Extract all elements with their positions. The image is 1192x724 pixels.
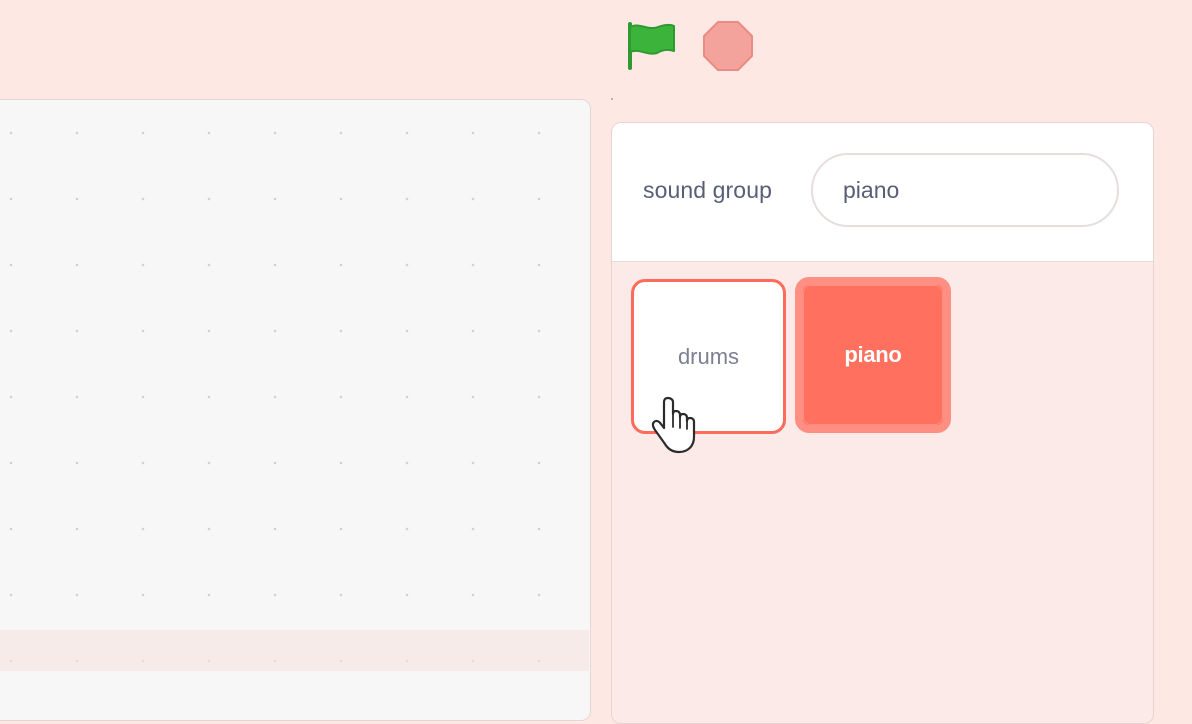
green-flag-icon xyxy=(628,22,675,70)
green-flag-button[interactable] xyxy=(622,18,678,72)
code-workspace-footer xyxy=(0,630,589,671)
stop-button[interactable] xyxy=(700,18,756,72)
sound-group-label: sound group xyxy=(643,177,772,203)
stage-toolbar xyxy=(0,0,1192,100)
tile-drums[interactable]: drums xyxy=(631,279,786,434)
sound-group-panel: sound group drums piano xyxy=(611,122,1154,724)
divider-dot xyxy=(611,98,613,100)
tile-label: piano xyxy=(844,342,902,367)
tile-piano[interactable]: piano xyxy=(795,277,951,433)
sound-group-input[interactable] xyxy=(811,153,1119,227)
panel-header: sound group xyxy=(612,123,1153,262)
stop-icon xyxy=(703,21,753,71)
tile-label: drums xyxy=(677,343,740,369)
code-workspace[interactable] xyxy=(0,99,591,721)
